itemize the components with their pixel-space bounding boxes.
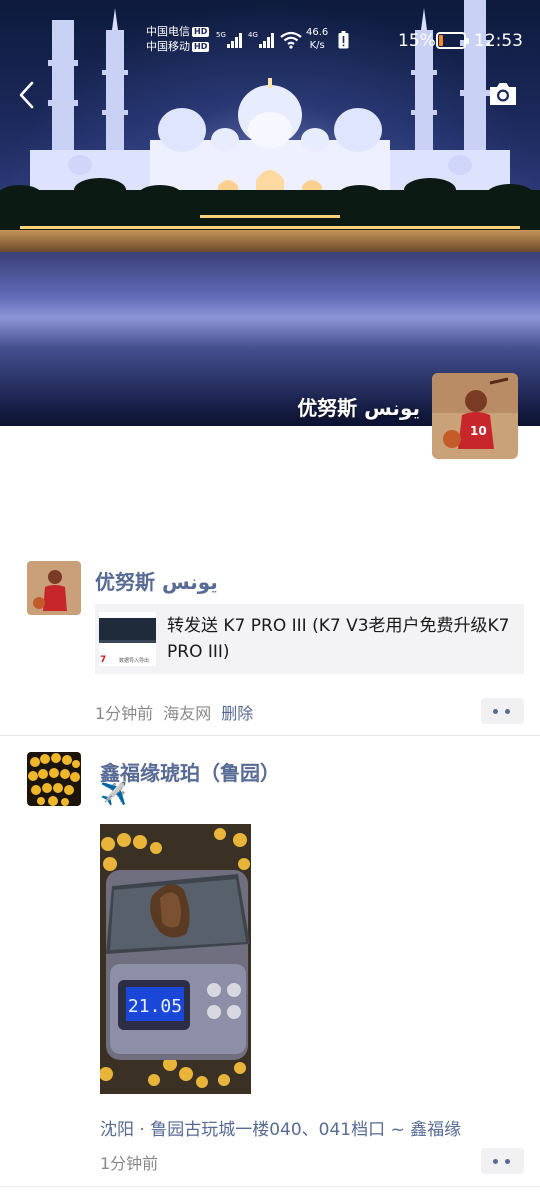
scale-readout: 21.05	[128, 996, 182, 1017]
more-dot	[505, 709, 510, 714]
post-2-more-button[interactable]	[481, 1148, 524, 1174]
signal-4g-icon: 4G	[248, 31, 274, 48]
post-divider	[0, 1186, 540, 1187]
more-dot	[493, 709, 498, 714]
post-2-text: ✈️	[100, 782, 128, 807]
shared-link-title: 转发送 K7 PRO III (K7 V3老用户免费升级K7 PRO III)	[167, 616, 510, 662]
net-speed: 46.6 K/s	[306, 26, 328, 52]
post-1-meta: 1分钟前 海友网 删除	[95, 700, 253, 724]
cover-image[interactable]	[0, 0, 540, 426]
post-1-avatar[interactable]	[27, 561, 81, 615]
owner-avatar[interactable]: 10	[432, 373, 518, 459]
carrier-2: 中国移动	[146, 40, 190, 53]
battery-fill	[439, 35, 443, 46]
signal-5g-icon: 5G	[216, 31, 242, 48]
back-arrow-icon[interactable]	[14, 80, 42, 110]
signal-1-tech: 5G	[216, 31, 226, 39]
shared-link-card[interactable]: 7 数据导入导出 转发送 K7 PRO III (K7 V3老用户免费升级K7 …	[95, 604, 524, 674]
svg-text:7: 7	[100, 655, 106, 665]
post-1-author[interactable]: 优努斯 یونس	[95, 566, 218, 595]
post-2-avatar[interactable]	[27, 752, 81, 806]
post-1-time: 1分钟前	[95, 704, 154, 723]
camera-icon[interactable]	[487, 80, 519, 108]
carrier-info: 中国电信 HD 中国移动 HD	[146, 24, 210, 54]
carrier-1: 中国电信	[146, 25, 190, 38]
thumb-caption: 数据导入导出	[119, 657, 149, 664]
shared-link-thumbnail: 7 数据导入导出	[99, 612, 156, 666]
post-2-meta: 1分钟前	[100, 1150, 158, 1174]
more-dot	[505, 1159, 510, 1164]
sim-alert-icon	[338, 31, 349, 49]
more-dot	[493, 1159, 498, 1164]
post-1-source[interactable]: 海友网	[163, 704, 211, 723]
cover-ground	[0, 230, 540, 252]
net-speed-value: 46.6	[306, 27, 329, 38]
wifi-icon	[280, 31, 302, 49]
hd-badge: HD	[192, 42, 210, 52]
post-divider	[0, 735, 540, 736]
svg-text:10: 10	[470, 424, 487, 438]
signal-2-tech: 4G	[248, 31, 258, 39]
post-2-time: 1分钟前	[100, 1154, 159, 1173]
battery-icon	[436, 32, 469, 49]
post-2-photo[interactable]: 21.05	[100, 824, 251, 1094]
cover-owner-name: 优努斯 یونس	[297, 396, 420, 420]
battery-percent: 15%	[398, 31, 436, 51]
post-2-location[interactable]: 沈阳 · 鲁园古玩城一楼040、041档口 ~ 鑫福缘	[100, 1115, 461, 1140]
post-1-more-button[interactable]	[481, 698, 524, 724]
status-bar: 中国电信 HD 中国移动 HD 5G 4G 46.6 K/s 15% 12:53	[0, 20, 540, 60]
delete-button[interactable]: 删除	[221, 704, 253, 723]
clock: 12:53	[474, 31, 523, 51]
hd-badge: HD	[192, 27, 210, 37]
net-speed-unit: K/s	[309, 40, 325, 51]
